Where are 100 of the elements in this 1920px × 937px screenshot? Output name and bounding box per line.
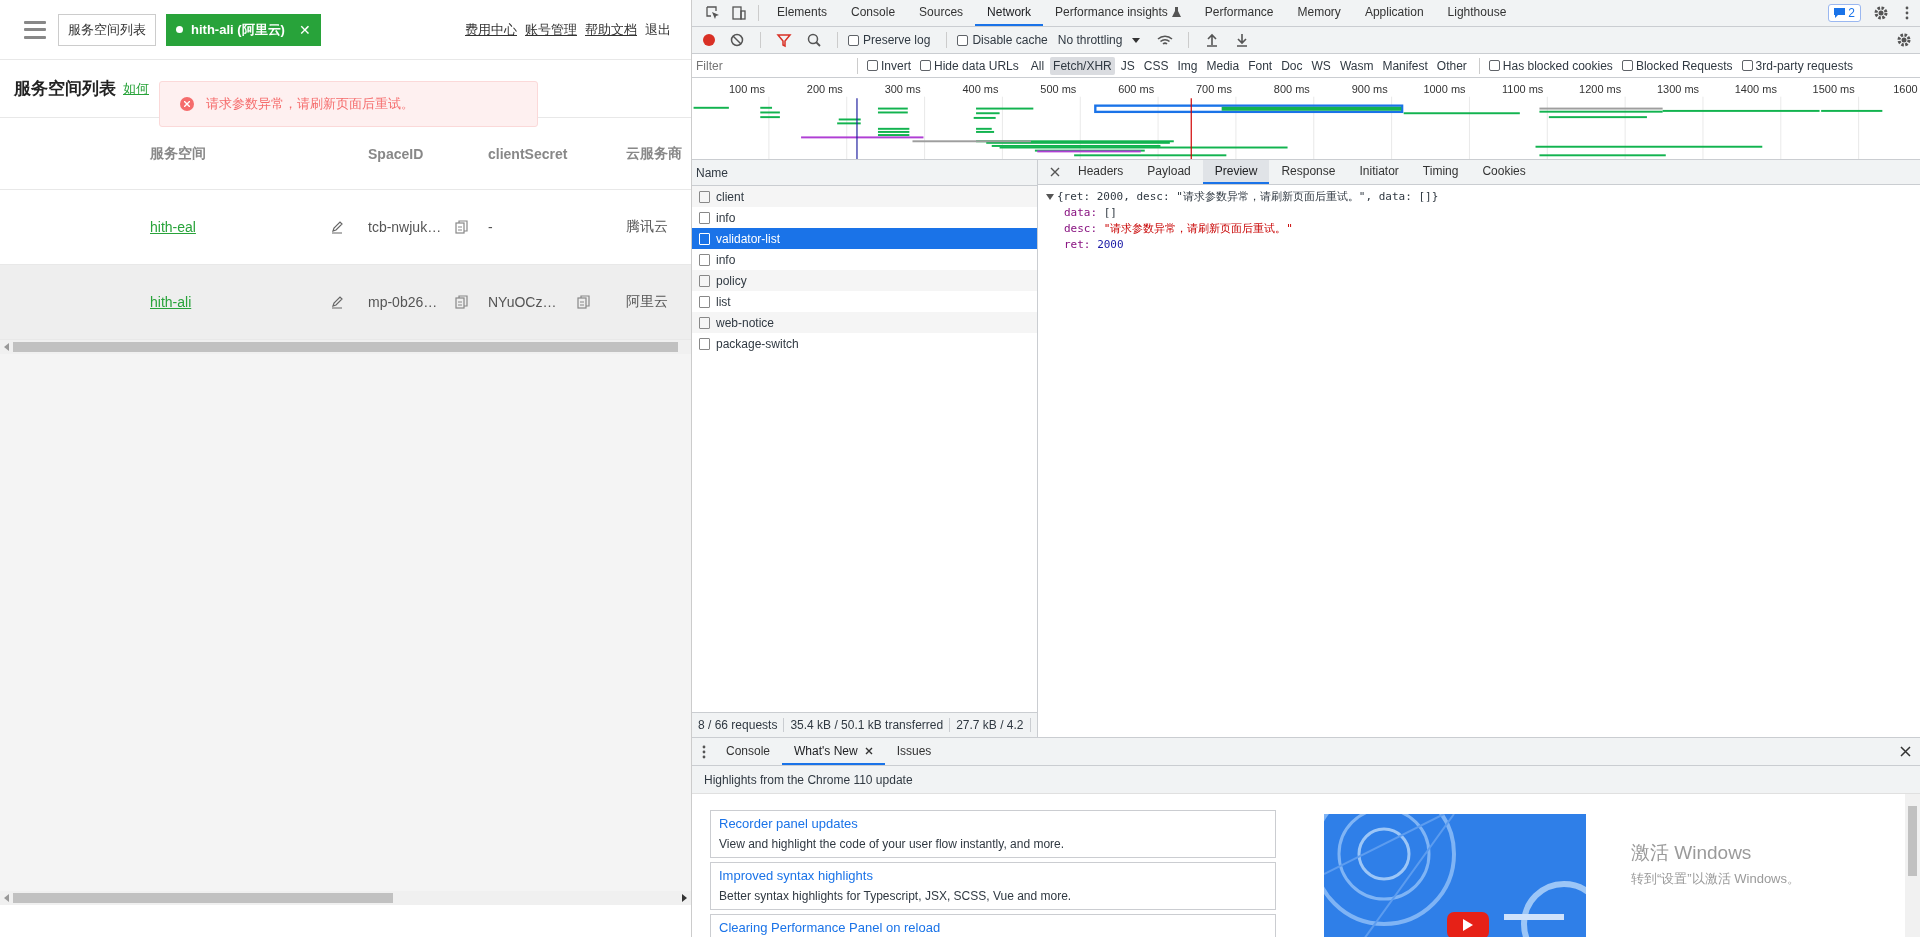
drawer-tab[interactable]: Issues xyxy=(884,738,944,765)
edit-icon[interactable] xyxy=(330,295,344,309)
checkbox[interactable] xyxy=(1741,60,1753,71)
menu-icon[interactable] xyxy=(24,20,46,39)
expand-triangle-icon[interactable] xyxy=(1046,193,1054,200)
json-property: data: [] xyxy=(1063,206,1118,219)
record-button[interactable] xyxy=(703,34,715,46)
type-filter-button[interactable]: Fetch/XHR xyxy=(1050,56,1115,75)
type-filter-button[interactable]: All xyxy=(1027,56,1048,75)
checkbox-label: Has blocked cookies xyxy=(1502,58,1613,73)
panel-tab[interactable]: Elements xyxy=(765,0,840,26)
type-filter-button[interactable]: JS xyxy=(1117,56,1138,75)
panel-tab[interactable]: Performance insights xyxy=(1043,0,1193,26)
request-row[interactable]: package-switch xyxy=(692,333,1037,354)
search-icon[interactable] xyxy=(806,32,822,48)
throttling-select[interactable]: No throttling xyxy=(1057,33,1141,47)
filter-icon[interactable] xyxy=(776,32,792,48)
type-filter-button[interactable]: WS xyxy=(1308,56,1334,75)
tick-label: 1300 ms xyxy=(1656,82,1700,95)
horizontal-scrollbar[interactable] xyxy=(0,891,691,905)
tick-label: 200 ms xyxy=(806,82,843,95)
close-icon[interactable] xyxy=(864,746,873,755)
inspect-icon[interactable] xyxy=(705,5,721,21)
header-link[interactable]: 帮助文档 xyxy=(585,20,637,39)
request-row[interactable]: policy xyxy=(692,270,1037,291)
type-filter-button[interactable]: Wasm xyxy=(1336,56,1377,75)
close-icon[interactable] xyxy=(1050,167,1060,177)
checkbox[interactable] xyxy=(1621,60,1633,71)
checkbox[interactable] xyxy=(848,34,859,46)
detail-tab[interactable]: Payload xyxy=(1135,160,1203,184)
tick-label: 400 ms xyxy=(962,82,999,95)
horizontal-scrollbar[interactable] xyxy=(0,340,691,354)
issues-badge[interactable]: 2 xyxy=(1828,4,1861,22)
checkbox-label: Disable cache xyxy=(972,33,1048,47)
feature-link[interactable]: Recorder panel updates xyxy=(719,816,1267,831)
tick-label: 1200 ms xyxy=(1579,82,1622,95)
checkbox[interactable] xyxy=(867,60,878,71)
feature-card[interactable]: Improved syntax highlights Better syntax highlights for Typescript, JSX, SCSS, Vue and more. xyxy=(710,862,1276,910)
panel-tab[interactable]: Application xyxy=(1352,0,1436,26)
detail-tab[interactable]: Timing xyxy=(1410,160,1471,184)
wifi-settings-icon[interactable] xyxy=(1157,32,1174,48)
request-row[interactable]: list xyxy=(692,291,1037,312)
type-filter-button[interactable]: Font xyxy=(1245,56,1276,75)
vertical-scrollbar[interactable] xyxy=(1905,794,1920,937)
column-header: clientSecret xyxy=(488,145,569,162)
type-filter-button[interactable]: CSS xyxy=(1140,56,1172,75)
breadcrumb-button[interactable]: 服务空间列表 xyxy=(58,13,156,46)
checkbox[interactable] xyxy=(957,34,969,46)
settings-icon[interactable] xyxy=(1873,5,1889,21)
checkbox[interactable] xyxy=(1488,60,1500,71)
feature-card[interactable]: Recorder panel updates View and highlight the code of your user flow instantly, and more. xyxy=(710,810,1276,858)
more-icon[interactable] xyxy=(702,744,706,759)
header-link[interactable]: 费用中心 xyxy=(465,20,517,39)
settings-icon[interactable] xyxy=(1896,32,1912,48)
detail-tab[interactable]: Cookies xyxy=(1470,160,1538,184)
document-icon xyxy=(699,316,710,329)
edit-icon[interactable] xyxy=(330,220,344,234)
feature-link[interactable]: Improved syntax highlights xyxy=(719,868,1267,883)
request-row[interactable]: info xyxy=(692,207,1037,228)
panel-tab[interactable]: Memory xyxy=(1285,0,1353,26)
type-filter-button[interactable]: Doc xyxy=(1278,56,1306,75)
type-filter-button[interactable]: Other xyxy=(1433,56,1470,75)
help-link[interactable]: 如何 xyxy=(123,79,149,98)
table-cell-text: 腾讯云 xyxy=(626,218,669,236)
header-link[interactable]: 退出 xyxy=(645,20,671,39)
table-row[interactable]: hith-ali mp-0b26… NYuOCz… 阿里云 xyxy=(0,265,691,340)
error-message: 请求参数异常，请刷新页面后重试。 xyxy=(206,95,414,113)
clear-icon[interactable] xyxy=(729,32,745,48)
checkbox[interactable] xyxy=(920,60,931,71)
column-header: SpaceID xyxy=(368,145,425,162)
device-icon[interactable] xyxy=(731,5,747,21)
json-summary: {ret: 2000, desc: "请求参数异常，请刷新页面后重试。", data: []} xyxy=(1057,189,1439,204)
panel-tab[interactable]: Lighthouse xyxy=(1435,0,1519,26)
type-filter-button[interactable]: Img xyxy=(1174,56,1201,75)
request-row[interactable]: info xyxy=(692,249,1037,270)
feature-card[interactable]: Clearing Performance Panel on reload xyxy=(710,914,1276,937)
request-row[interactable]: validator-list xyxy=(692,228,1037,249)
detail-tab[interactable]: Preview xyxy=(1202,160,1270,184)
feature-link[interactable]: Clearing Performance Panel on reload xyxy=(719,920,1267,935)
close-icon[interactable] xyxy=(1900,746,1911,757)
detail-tab[interactable]: Initiator xyxy=(1347,160,1411,184)
request-row[interactable]: client xyxy=(692,186,1037,207)
column-header[interactable]: Name xyxy=(692,160,1037,186)
panel-tab[interactable]: Console xyxy=(839,0,908,26)
copy-icon[interactable] xyxy=(454,220,468,234)
tick-label: 300 ms xyxy=(884,82,921,95)
checkbox-label: Blocked Requests xyxy=(1635,58,1733,73)
tick-label: 1000 ms xyxy=(1423,82,1466,95)
tick-label: 500 ms xyxy=(1040,82,1077,95)
drawer-tab[interactable]: Console xyxy=(714,738,783,765)
document-icon xyxy=(699,253,710,266)
panel-tab[interactable]: Performance xyxy=(1192,0,1286,26)
document-icon xyxy=(699,190,710,203)
type-filter-button[interactable]: Manifest xyxy=(1379,56,1431,75)
request-row[interactable]: web-notice xyxy=(692,312,1037,333)
detail-tab[interactable]: Response xyxy=(1269,160,1348,184)
detail-tab[interactable]: Headers xyxy=(1066,160,1136,184)
type-filter-button[interactable]: Media xyxy=(1203,56,1243,75)
header-link[interactable]: 账号管理 xyxy=(525,20,577,39)
panel-tab[interactable]: Sources xyxy=(907,0,976,26)
